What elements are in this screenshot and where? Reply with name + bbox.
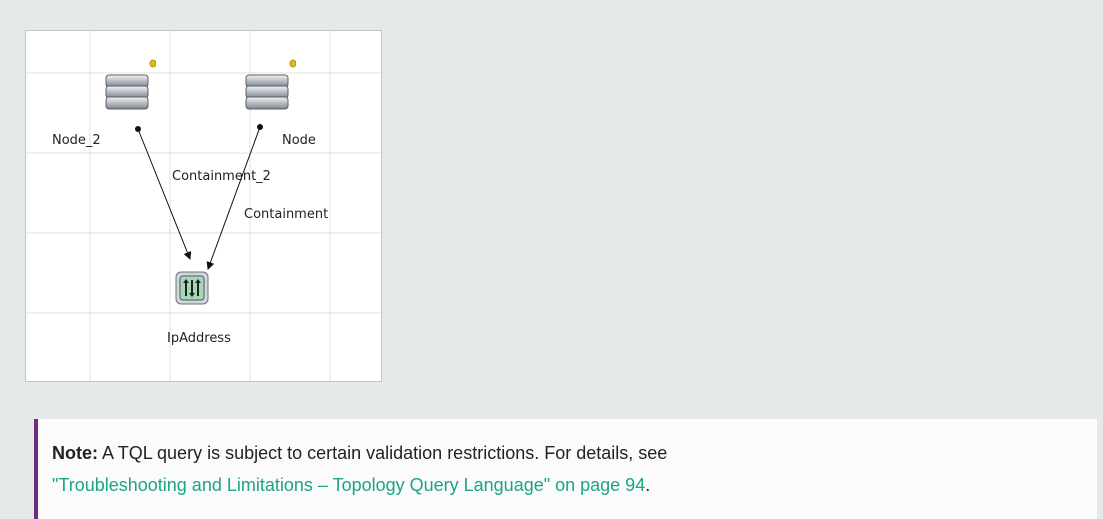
- tql-diagram-canvas[interactable]: Node_2 Node Containment_2 Containment Ip…: [25, 30, 382, 382]
- ip-address-label: IpAddress: [167, 331, 231, 346]
- server-stack-icon: [105, 59, 157, 110]
- node-label: Node: [282, 133, 316, 148]
- note-trailing: .: [645, 475, 651, 495]
- edge-label-containment-2: Containment_2: [172, 169, 271, 184]
- node-2-label: Node_2: [52, 133, 101, 148]
- server-stack-icon: [245, 59, 297, 110]
- note-line-2: "Troubleshooting and Limitations – Topol…: [52, 469, 1097, 501]
- ip-address-icon: [175, 271, 209, 305]
- ip-address-node[interactable]: [175, 271, 209, 310]
- node-2-node[interactable]: [104, 59, 157, 124]
- grid-lines: [26, 31, 381, 381]
- edge-containment[interactable]: [206, 124, 263, 270]
- note-box: Note: A TQL query is subject to certain …: [34, 419, 1097, 519]
- note-line-1: Note: A TQL query is subject to certain …: [52, 437, 1097, 469]
- troubleshooting-link[interactable]: "Troubleshooting and Limitations – Topol…: [52, 475, 645, 495]
- node-node[interactable]: [244, 59, 297, 124]
- note-label: Note:: [52, 443, 98, 463]
- edge-label-containment: Containment: [244, 207, 329, 222]
- note-text: A TQL query is subject to certain valida…: [98, 443, 668, 463]
- edge-containment-2[interactable]: [135, 126, 192, 260]
